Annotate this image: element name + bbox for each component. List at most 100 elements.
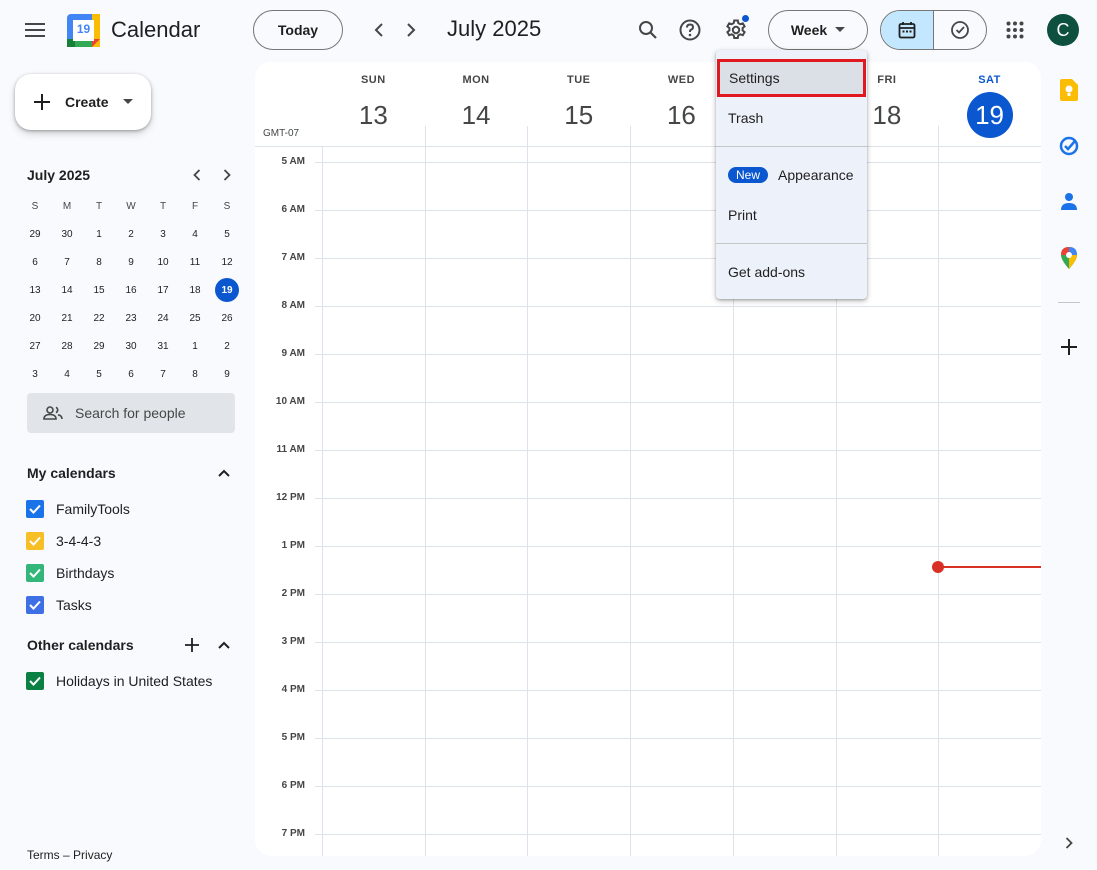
- mini-calendar-day-number: 24: [157, 312, 169, 324]
- next-week-button[interactable]: [395, 14, 427, 46]
- mini-calendar-day[interactable]: 12: [211, 248, 243, 276]
- day-number[interactable]: 15: [556, 92, 602, 138]
- weekday-header: F: [191, 200, 199, 212]
- calendar-list-item[interactable]: 3-4-4-3: [26, 532, 101, 550]
- menu-item-get-add-ons[interactable]: Get add-ons: [716, 252, 867, 292]
- main-menu-button[interactable]: [15, 10, 55, 50]
- tasks-view-toggle[interactable]: [934, 11, 986, 49]
- mini-calendar-day[interactable]: 23: [115, 304, 147, 332]
- maps-app-button[interactable]: [1057, 246, 1081, 270]
- day-number[interactable]: 18: [864, 92, 910, 138]
- mini-calendar-day[interactable]: 30: [51, 220, 83, 248]
- mini-calendar-next-button[interactable]: [213, 161, 241, 189]
- mini-calendar-prev-button[interactable]: [183, 161, 211, 189]
- day-number[interactable]: 14: [453, 92, 499, 138]
- calendar-list-item[interactable]: FamilyTools: [26, 500, 130, 518]
- mini-calendar-week-row: 27 28 29 30 31 1 2: [19, 332, 243, 360]
- menu-item-appearance[interactable]: New Appearance: [716, 155, 867, 195]
- help-button[interactable]: [670, 10, 710, 50]
- mini-calendar-day[interactable]: 5: [211, 220, 243, 248]
- terms-link[interactable]: Terms: [27, 848, 60, 862]
- create-button[interactable]: Create: [15, 74, 151, 130]
- keep-app-button[interactable]: [1057, 78, 1081, 102]
- mini-calendar-day[interactable]: 30: [115, 332, 147, 360]
- tasks-app-button[interactable]: [1057, 134, 1081, 158]
- day-column-header[interactable]: MON 14: [425, 62, 528, 146]
- view-selector-button[interactable]: Week: [768, 10, 868, 50]
- mini-calendar-day[interactable]: 9: [115, 248, 147, 276]
- mini-calendar-day[interactable]: 27: [19, 332, 51, 360]
- mini-calendar-day[interactable]: 10: [147, 248, 179, 276]
- today-button[interactable]: Today: [253, 10, 343, 50]
- previous-week-button[interactable]: [363, 14, 395, 46]
- mini-calendar-day[interactable]: 6: [115, 360, 147, 388]
- expand-side-panel-button[interactable]: [1057, 831, 1081, 855]
- mini-calendar-day[interactable]: 7: [51, 248, 83, 276]
- calendar-view-toggle[interactable]: [881, 11, 934, 49]
- search-people-field[interactable]: Search for people: [27, 393, 235, 433]
- checkbox-checked-icon[interactable]: [26, 672, 44, 690]
- mini-calendar-day[interactable]: 20: [19, 304, 51, 332]
- my-calendars-collapse-button[interactable]: [212, 461, 236, 485]
- day-column-header[interactable]: SAT 19: [938, 62, 1041, 146]
- mini-calendar-day[interactable]: 28: [51, 332, 83, 360]
- mini-calendar-day[interactable]: 6: [19, 248, 51, 276]
- mini-calendar-day[interactable]: 16: [115, 276, 147, 304]
- google-apps-button[interactable]: [995, 10, 1035, 50]
- get-add-ons-side-button[interactable]: [1057, 335, 1081, 359]
- mini-calendar-day[interactable]: 17: [147, 276, 179, 304]
- checkbox-checked-icon[interactable]: [26, 532, 44, 550]
- mini-calendar-day[interactable]: 14: [51, 276, 83, 304]
- mini-calendar-day[interactable]: 25: [179, 304, 211, 332]
- menu-item-print[interactable]: Print: [716, 195, 867, 235]
- mini-calendar-day[interactable]: 4: [51, 360, 83, 388]
- day-number[interactable]: 16: [658, 92, 704, 138]
- calendar-list-item[interactable]: Tasks: [26, 596, 92, 614]
- mini-calendar-day[interactable]: 13: [19, 276, 51, 304]
- calendar-list-item[interactable]: Birthdays: [26, 564, 114, 582]
- checkbox-checked-icon[interactable]: [26, 596, 44, 614]
- mini-calendar-day[interactable]: 7: [147, 360, 179, 388]
- day-column-header[interactable]: TUE 15: [527, 62, 630, 146]
- mini-calendar-day[interactable]: 9: [211, 360, 243, 388]
- account-avatar[interactable]: C: [1047, 14, 1079, 46]
- mini-calendar-day-number: 6: [32, 256, 38, 268]
- mini-calendar-day[interactable]: 1: [83, 220, 115, 248]
- settings-menu-button[interactable]: [716, 10, 756, 50]
- mini-calendar-day[interactable]: 3: [147, 220, 179, 248]
- mini-calendar-day[interactable]: 2: [211, 332, 243, 360]
- checkbox-checked-icon[interactable]: [26, 564, 44, 582]
- calendar-logo[interactable]: 19: [67, 14, 100, 47]
- mini-calendar-day[interactable]: 8: [83, 248, 115, 276]
- day-number[interactable]: 19: [966, 92, 1013, 138]
- contacts-app-button[interactable]: [1057, 190, 1081, 214]
- mini-calendar-day[interactable]: 29: [83, 332, 115, 360]
- mini-calendar-day[interactable]: 1: [179, 332, 211, 360]
- mini-calendar-day[interactable]: 19: [211, 276, 243, 304]
- menu-item-settings[interactable]: Settings: [717, 59, 866, 97]
- mini-calendar-day[interactable]: 5: [83, 360, 115, 388]
- mini-calendar-day[interactable]: 31: [147, 332, 179, 360]
- search-button[interactable]: [628, 10, 668, 50]
- mini-calendar-day[interactable]: 15: [83, 276, 115, 304]
- mini-calendar-day[interactable]: 3: [19, 360, 51, 388]
- mini-calendar-day[interactable]: 11: [179, 248, 211, 276]
- menu-item-trash[interactable]: Trash: [716, 98, 867, 138]
- mini-calendar-day[interactable]: 24: [147, 304, 179, 332]
- mini-calendar-day[interactable]: 29: [19, 220, 51, 248]
- other-calendars-collapse-button[interactable]: [212, 633, 236, 657]
- mini-calendar-day[interactable]: 8: [179, 360, 211, 388]
- mini-calendar-day[interactable]: 18: [179, 276, 211, 304]
- privacy-link[interactable]: Privacy: [73, 848, 112, 862]
- calendar-list-item[interactable]: Holidays in United States: [26, 672, 212, 690]
- checkbox-checked-icon[interactable]: [26, 500, 44, 518]
- mini-calendar-day[interactable]: 2: [115, 220, 147, 248]
- mini-calendar-day[interactable]: 21: [51, 304, 83, 332]
- day-number[interactable]: 13: [350, 92, 396, 138]
- mini-calendar-day[interactable]: 26: [211, 304, 243, 332]
- mini-calendar-day[interactable]: 4: [179, 220, 211, 248]
- day-column-header[interactable]: SUN 13: [322, 62, 425, 146]
- add-other-calendar-button[interactable]: [180, 633, 204, 657]
- week-view-grid[interactable]: GMT-07 SUN13MON14TUE15WED16THU17FRI18SAT…: [255, 62, 1041, 856]
- mini-calendar-day[interactable]: 22: [83, 304, 115, 332]
